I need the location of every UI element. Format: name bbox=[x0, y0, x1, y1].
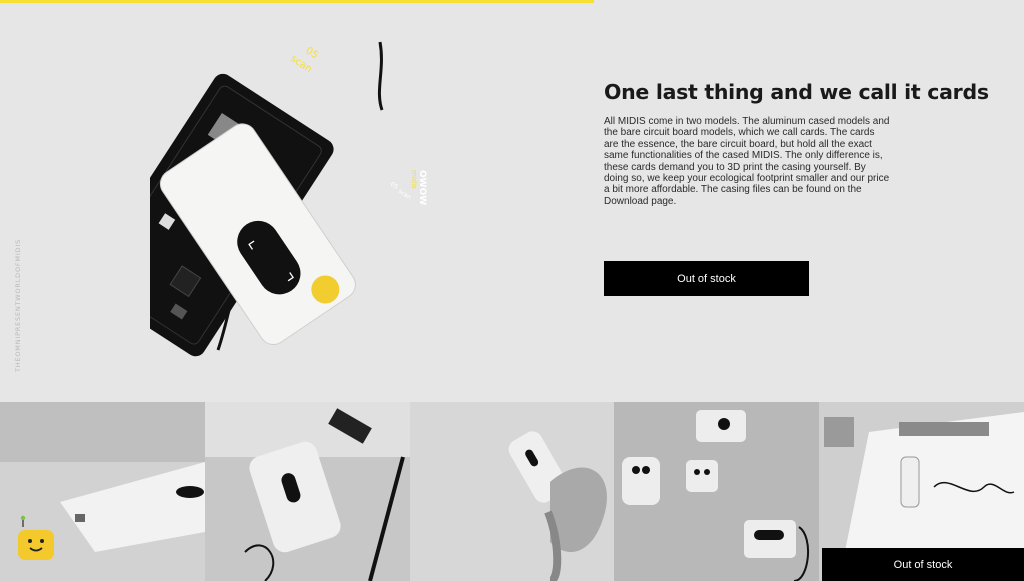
card-number-text: 05 bbox=[303, 45, 320, 61]
card-product-text: midis bbox=[410, 170, 418, 189]
card-silk-mode-text: scan bbox=[397, 188, 413, 202]
section-headline: One last thing and we call it cards bbox=[604, 80, 989, 104]
card-silk-number-text: 05 bbox=[389, 181, 399, 191]
section-body-text: All MIDIS come in two models. The alumin… bbox=[604, 116, 890, 207]
side-credit-text: THEOMNIPRESENTWORLDOFMIDIS bbox=[14, 239, 22, 372]
gallery-out-of-stock-badge[interactable]: Out of stock bbox=[822, 548, 1024, 581]
product-card-image: 05 scan OWOW midis 05 scan bbox=[150, 41, 427, 357]
gallery-photo-hand[interactable] bbox=[409, 402, 615, 581]
gallery-photo-table[interactable] bbox=[614, 402, 820, 581]
gallery-photo-remote-pen[interactable] bbox=[204, 402, 410, 581]
robot-face-icon[interactable] bbox=[16, 514, 56, 564]
out-of-stock-button[interactable]: Out of stock bbox=[604, 261, 809, 296]
page-progress-bar bbox=[0, 0, 594, 3]
